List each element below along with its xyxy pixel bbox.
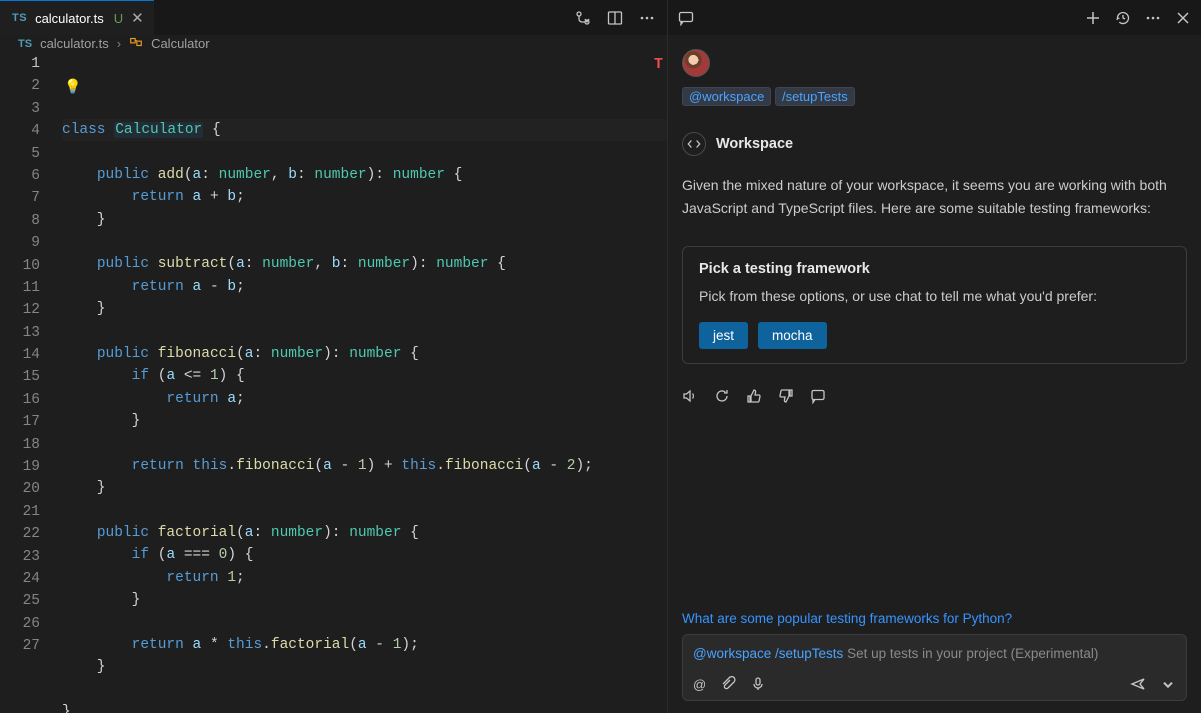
breadcrumb-symbol[interactable]: Calculator bbox=[151, 36, 210, 51]
chat-agent-name: Workspace bbox=[716, 136, 793, 152]
mention-icon[interactable]: @ bbox=[693, 677, 706, 692]
tab-modified-indicator: U bbox=[114, 11, 123, 26]
code-line[interactable]: } bbox=[62, 701, 667, 713]
code-line[interactable] bbox=[62, 679, 667, 701]
code-line[interactable]: return a + b; bbox=[62, 186, 667, 208]
editor-pane: TS calculator.ts U ✕ TS calculator.ts › … bbox=[0, 0, 667, 713]
chat-footer: What are some popular testing frameworks… bbox=[668, 611, 1201, 713]
chat-toolbar bbox=[668, 0, 1201, 35]
code-content[interactable]: 💡 class Calculator { public add(a: numbe… bbox=[62, 52, 667, 713]
code-line[interactable]: public subtract(a: number, b: number): n… bbox=[62, 253, 667, 275]
thumbs-down-icon[interactable] bbox=[778, 388, 794, 404]
code-line[interactable]: return a * this.factorial(a - 1); bbox=[62, 634, 667, 656]
send-dropdown-icon[interactable] bbox=[1160, 676, 1176, 692]
code-line[interactable]: return this.fibonacci(a - 1) + this.fibo… bbox=[62, 455, 667, 477]
chat-feedback-row bbox=[682, 388, 1187, 404]
card-title: Pick a testing framework bbox=[699, 261, 1170, 277]
code-line[interactable] bbox=[62, 141, 667, 163]
code-line[interactable] bbox=[62, 612, 667, 634]
coverage-indicator: T bbox=[654, 54, 663, 76]
code-line[interactable]: public add(a: number, b: number): number… bbox=[62, 164, 667, 186]
chat-user-message bbox=[682, 49, 1187, 77]
input-pill-workspace: @workspace bbox=[693, 646, 771, 661]
code-line[interactable]: class Calculator { bbox=[62, 119, 667, 141]
code-line[interactable]: } bbox=[62, 656, 667, 678]
code-line[interactable] bbox=[62, 231, 667, 253]
code-line[interactable]: } bbox=[62, 589, 667, 611]
framework-card: Pick a testing framework Pick from these… bbox=[682, 246, 1187, 363]
input-pill-setup-tests: /setupTests bbox=[775, 646, 843, 661]
tab-calculator[interactable]: TS calculator.ts U ✕ bbox=[0, 0, 154, 35]
breadcrumb[interactable]: TS calculator.ts › Calculator bbox=[0, 35, 667, 52]
code-line[interactable]: return a - b; bbox=[62, 276, 667, 298]
new-chat-icon[interactable] bbox=[1085, 10, 1101, 26]
tab-filename: calculator.ts bbox=[35, 11, 104, 26]
more-actions-icon[interactable] bbox=[639, 10, 655, 26]
chat-agent-text: Given the mixed nature of your workspace… bbox=[682, 174, 1187, 220]
line-number-gutter: 1234567891011121314151617181920212223242… bbox=[0, 52, 62, 713]
pill-setup-tests[interactable]: /setupTests bbox=[775, 87, 855, 106]
comment-icon[interactable] bbox=[678, 10, 694, 26]
code-icon bbox=[682, 132, 706, 156]
breadcrumb-file[interactable]: calculator.ts bbox=[40, 36, 109, 51]
retry-icon[interactable] bbox=[714, 388, 730, 404]
code-line[interactable] bbox=[62, 500, 667, 522]
close-panel-icon[interactable] bbox=[1175, 10, 1191, 26]
code-line[interactable]: } bbox=[62, 298, 667, 320]
code-line[interactable]: if (a === 0) { bbox=[62, 544, 667, 566]
code-line[interactable]: return a; bbox=[62, 388, 667, 410]
split-editor-icon[interactable] bbox=[607, 10, 623, 26]
attach-icon[interactable] bbox=[720, 676, 736, 692]
code-line[interactable]: public factorial(a: number): number { bbox=[62, 522, 667, 544]
comment-feedback-icon[interactable] bbox=[810, 388, 826, 404]
typescript-icon: TS bbox=[18, 38, 32, 50]
code-line[interactable]: return 1; bbox=[62, 567, 667, 589]
history-icon[interactable] bbox=[1115, 10, 1131, 26]
send-icon[interactable] bbox=[1130, 676, 1146, 692]
chat-input-placeholder: Set up tests in your project (Experiment… bbox=[847, 646, 1098, 661]
code-line[interactable]: if (a <= 1) { bbox=[62, 365, 667, 387]
code-line[interactable]: } bbox=[62, 477, 667, 499]
chat-pane: @workspace /setupTests Workspace Given t… bbox=[667, 0, 1201, 713]
thumbs-up-icon[interactable] bbox=[746, 388, 762, 404]
class-icon bbox=[129, 35, 143, 52]
pill-workspace[interactable]: @workspace bbox=[682, 87, 771, 106]
chat-input-text: @workspace /setupTests Set up tests in y… bbox=[693, 643, 1176, 666]
close-icon[interactable]: ✕ bbox=[131, 9, 144, 27]
compare-changes-icon[interactable] bbox=[575, 10, 591, 26]
mocha-button[interactable]: mocha bbox=[758, 322, 827, 349]
chat-agent-header: Workspace bbox=[682, 132, 1187, 156]
editor-tabs-bar: TS calculator.ts U ✕ bbox=[0, 0, 667, 35]
user-avatar bbox=[682, 49, 710, 77]
code-line[interactable] bbox=[62, 321, 667, 343]
typescript-icon: TS bbox=[12, 12, 27, 24]
lightbulb-icon[interactable]: 💡 bbox=[64, 77, 81, 99]
editor-tab-actions bbox=[575, 10, 667, 26]
code-line[interactable]: } bbox=[62, 410, 667, 432]
code-line[interactable]: } bbox=[62, 209, 667, 231]
code-line[interactable]: public fibonacci(a: number): number { bbox=[62, 343, 667, 365]
code-editor[interactable]: 1234567891011121314151617181920212223242… bbox=[0, 52, 667, 713]
card-text: Pick from these options, or use chat to … bbox=[699, 285, 1170, 307]
chat-input[interactable]: @workspace /setupTests Set up tests in y… bbox=[682, 634, 1187, 701]
jest-button[interactable]: jest bbox=[699, 322, 748, 349]
code-line[interactable] bbox=[62, 432, 667, 454]
more-icon[interactable] bbox=[1145, 10, 1161, 26]
chevron-right-icon: › bbox=[117, 36, 121, 51]
suggestion-link[interactable]: What are some popular testing frameworks… bbox=[682, 611, 1187, 626]
mic-icon[interactable] bbox=[750, 676, 766, 692]
speaker-icon[interactable] bbox=[682, 388, 698, 404]
chat-body: @workspace /setupTests Workspace Given t… bbox=[668, 35, 1201, 611]
